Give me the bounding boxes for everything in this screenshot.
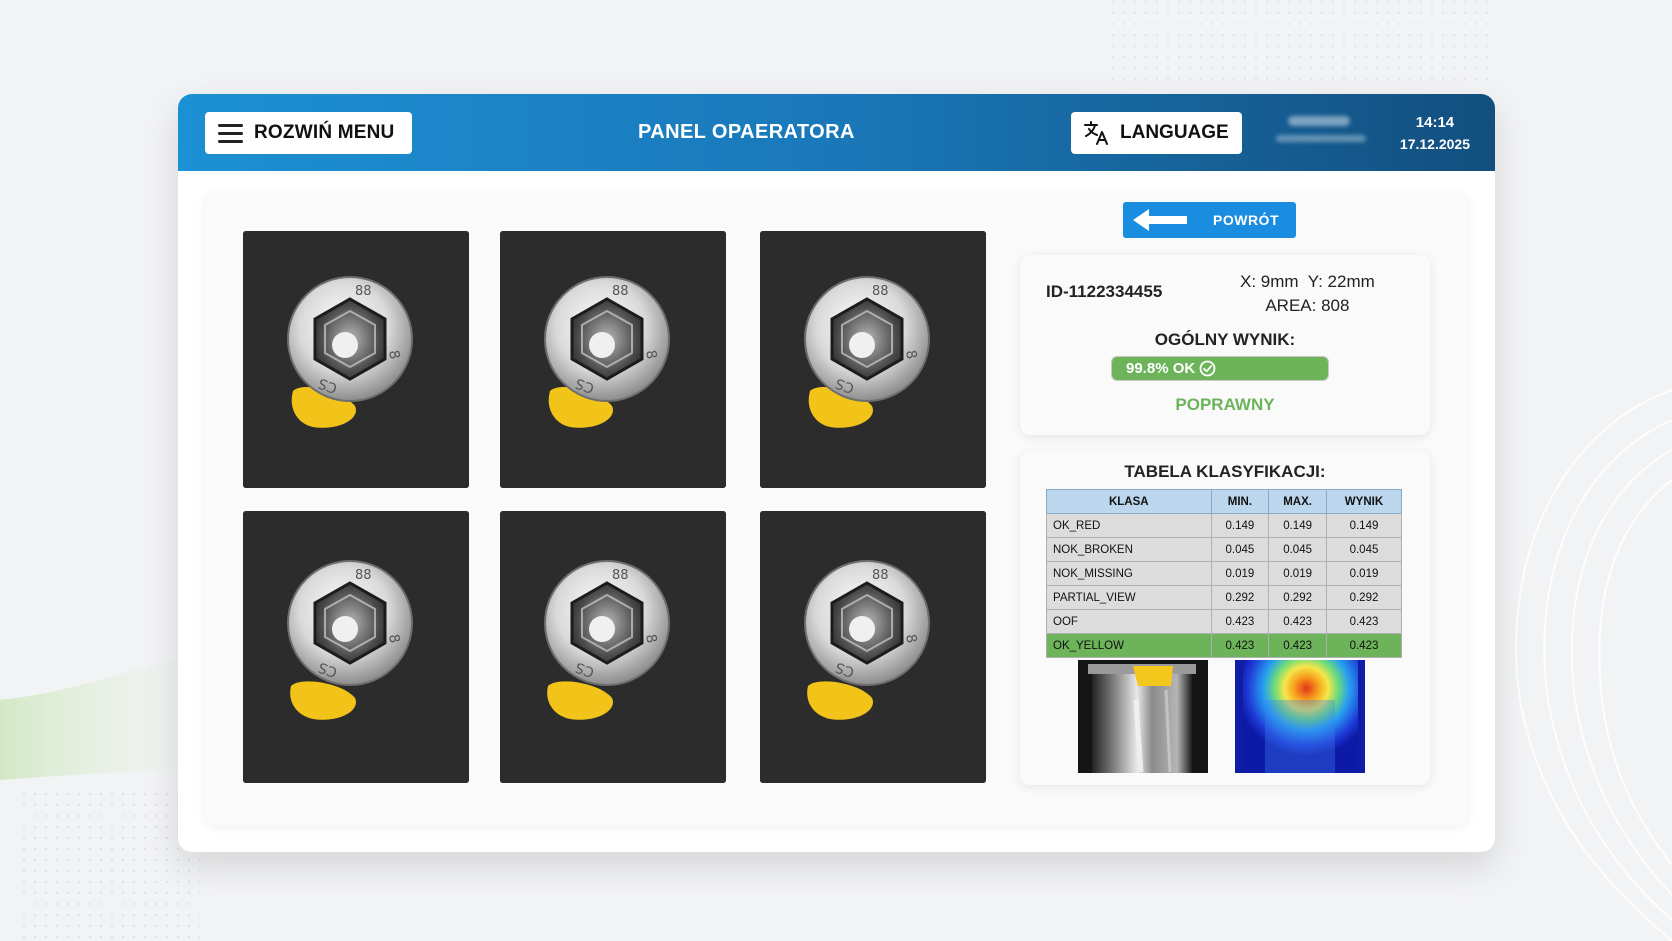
user-info-blurred: [1276, 116, 1376, 142]
class-cell: OK_YELLOW: [1046, 633, 1212, 658]
bolt-image-tile[interactable]: [243, 231, 469, 488]
hamburger-icon: [218, 123, 243, 143]
score-cell: 0.149: [1325, 513, 1403, 538]
result-card: ID-1122334455 X: 9mm Y: 22mm AREA: 808 O…: [1020, 255, 1430, 435]
language-button[interactable]: LANGUAGE: [1071, 112, 1242, 154]
min-cell: 0.149: [1210, 513, 1270, 538]
column-header: WYNIK: [1325, 489, 1403, 514]
user-name-redacted: [1288, 116, 1350, 126]
coordinates-xy: X: 9mm Y: 22mm: [1240, 272, 1375, 291]
table-header-row: KLASA MIN. MAX. WYNIK: [1046, 489, 1403, 514]
table-row-highlighted: OK_YELLOW 0.423 0.423 0.423: [1046, 633, 1403, 658]
max-cell: 0.423: [1268, 609, 1327, 634]
clock-date: 17.12.2025: [1399, 136, 1470, 152]
column-header: MAX.: [1268, 489, 1327, 514]
min-cell: 0.423: [1210, 609, 1270, 634]
translate-icon: [1084, 121, 1108, 145]
max-cell: 0.019: [1268, 561, 1327, 586]
confidence-progress-fill: 99.8% OK: [1112, 357, 1328, 380]
classification-table: KLASA MIN. MAX. WYNIK OK_RED 0.149 0.149…: [1046, 489, 1403, 658]
confidence-progress-bar: 99.8% OK: [1111, 356, 1329, 381]
table-row: NOK_MISSING 0.019 0.019 0.019: [1046, 561, 1403, 586]
bolt-image-tile[interactable]: [760, 231, 986, 488]
table-row: PARTIAL_VIEW 0.292 0.292 0.292: [1046, 585, 1403, 610]
min-cell: 0.423: [1210, 633, 1270, 658]
verdict-text: POPRAWNY: [1175, 395, 1275, 414]
min-cell: 0.019: [1210, 561, 1270, 586]
overall-result-label: OGÓLNY WYNIK:: [1154, 330, 1296, 349]
classification-title: TABELA KLASYFIKACJI:: [1124, 462, 1326, 481]
score-cell: 0.019: [1325, 561, 1403, 586]
bolt-image-tile[interactable]: [243, 511, 469, 783]
check-circle-icon: [1199, 360, 1216, 377]
column-header: MIN.: [1210, 489, 1270, 514]
score-cell: 0.045: [1325, 537, 1403, 562]
header-bar: ROZWIŃ MENU PANEL OPAERATORA LANGUAGE 14…: [178, 94, 1495, 171]
back-label: POWRÓT: [1213, 212, 1279, 228]
heatmap-thumbnail[interactable]: [1235, 660, 1365, 773]
arrow-left-icon: [1133, 209, 1187, 231]
class-cell: NOK_MISSING: [1046, 561, 1212, 586]
table-row: NOK_BROKEN 0.045 0.045 0.045: [1046, 537, 1403, 562]
content-panel: POWRÓT ID-1122334455 X: 9mm Y: 22mm AREA…: [205, 193, 1468, 825]
bolt-image-tile[interactable]: [500, 511, 726, 783]
coordinates: X: 9mm Y: 22mm AREA: 808: [1240, 270, 1375, 318]
class-cell: OK_RED: [1046, 513, 1212, 538]
score-cell: 0.423: [1325, 633, 1403, 658]
min-cell: 0.292: [1210, 585, 1270, 610]
back-button[interactable]: POWRÓT: [1123, 202, 1296, 238]
class-cell: OOF: [1046, 609, 1212, 634]
column-header: KLASA: [1046, 489, 1212, 514]
expand-menu-label: ROZWIŃ MENU: [254, 122, 395, 143]
class-cell: PARTIAL_VIEW: [1046, 585, 1212, 610]
object-id: ID-1122334455: [1046, 282, 1163, 301]
score-cell: 0.423: [1325, 609, 1403, 634]
table-row: OOF 0.423 0.423 0.423: [1046, 609, 1403, 634]
classification-card: TABELA KLASYFIKACJI: KLASA MIN. MAX. WYN…: [1020, 451, 1430, 785]
confidence-text: 99.8% OK: [1126, 360, 1196, 377]
crop-thumbnail[interactable]: [1078, 660, 1208, 773]
user-email-redacted: [1276, 135, 1366, 142]
score-cell: 0.292: [1325, 585, 1403, 610]
expand-menu-button[interactable]: ROZWIŃ MENU: [205, 112, 412, 154]
max-cell: 0.149: [1268, 513, 1327, 538]
bolt-image-tile[interactable]: [500, 231, 726, 488]
min-cell: 0.045: [1210, 537, 1270, 562]
table-row: OK_RED 0.149 0.149 0.149: [1046, 513, 1403, 538]
area-value: AREA: 808: [1265, 296, 1350, 315]
clock-time: 14:14: [1415, 114, 1455, 131]
max-cell: 0.292: [1268, 585, 1327, 610]
app-window: ROZWIŃ MENU PANEL OPAERATORA LANGUAGE 14…: [178, 94, 1495, 852]
class-cell: NOK_BROKEN: [1046, 537, 1212, 562]
max-cell: 0.423: [1268, 633, 1327, 658]
clock: 14:14 17.12.2025: [1400, 114, 1470, 152]
max-cell: 0.045: [1268, 537, 1327, 562]
bolt-image-tile[interactable]: [760, 511, 986, 783]
language-label: LANGUAGE: [1120, 122, 1229, 143]
